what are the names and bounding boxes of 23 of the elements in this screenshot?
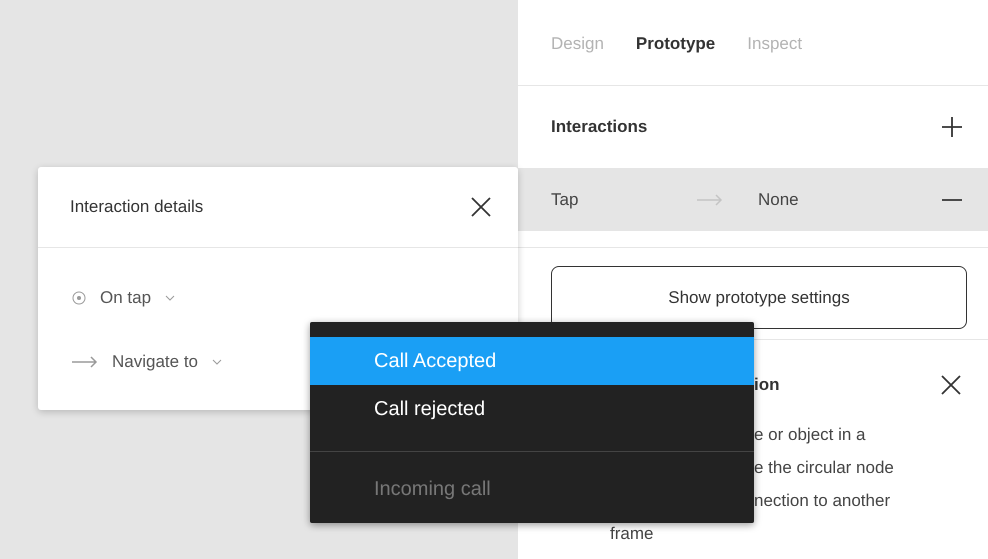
settings-button[interactable]: Show prototype settings: [551, 266, 967, 329]
trigger-label: Tap: [551, 190, 580, 210]
close-icon[interactable]: [940, 374, 962, 396]
tab[interactable]: Prototype: [636, 34, 716, 85]
add-icon[interactable]: [942, 117, 962, 137]
trigger-dropdown[interactable]: On tap: [100, 288, 152, 308]
target-icon: [72, 291, 86, 305]
section-title: Interactions: [551, 117, 648, 137]
menu-item[interactable]: Call rejected: [310, 385, 754, 433]
hint-text: e the circular node: [753, 457, 895, 479]
popover-title: Interaction details: [70, 197, 204, 217]
interaction-row[interactable]: Tap None: [518, 168, 988, 231]
action-dropdown[interactable]: Navigate to: [112, 352, 198, 372]
hint-text: nection to another: [753, 490, 892, 512]
arrow-icon: [697, 194, 723, 206]
target-label: None: [758, 190, 800, 210]
hint-text: frame: [609, 523, 654, 545]
close-icon[interactable]: [470, 196, 492, 218]
caret-icon: [165, 295, 176, 301]
hint-title: ion: [754, 375, 780, 395]
arrow-icon: [72, 356, 98, 368]
hint-text: e or object in a: [753, 424, 867, 446]
caret-icon: [212, 359, 222, 365]
